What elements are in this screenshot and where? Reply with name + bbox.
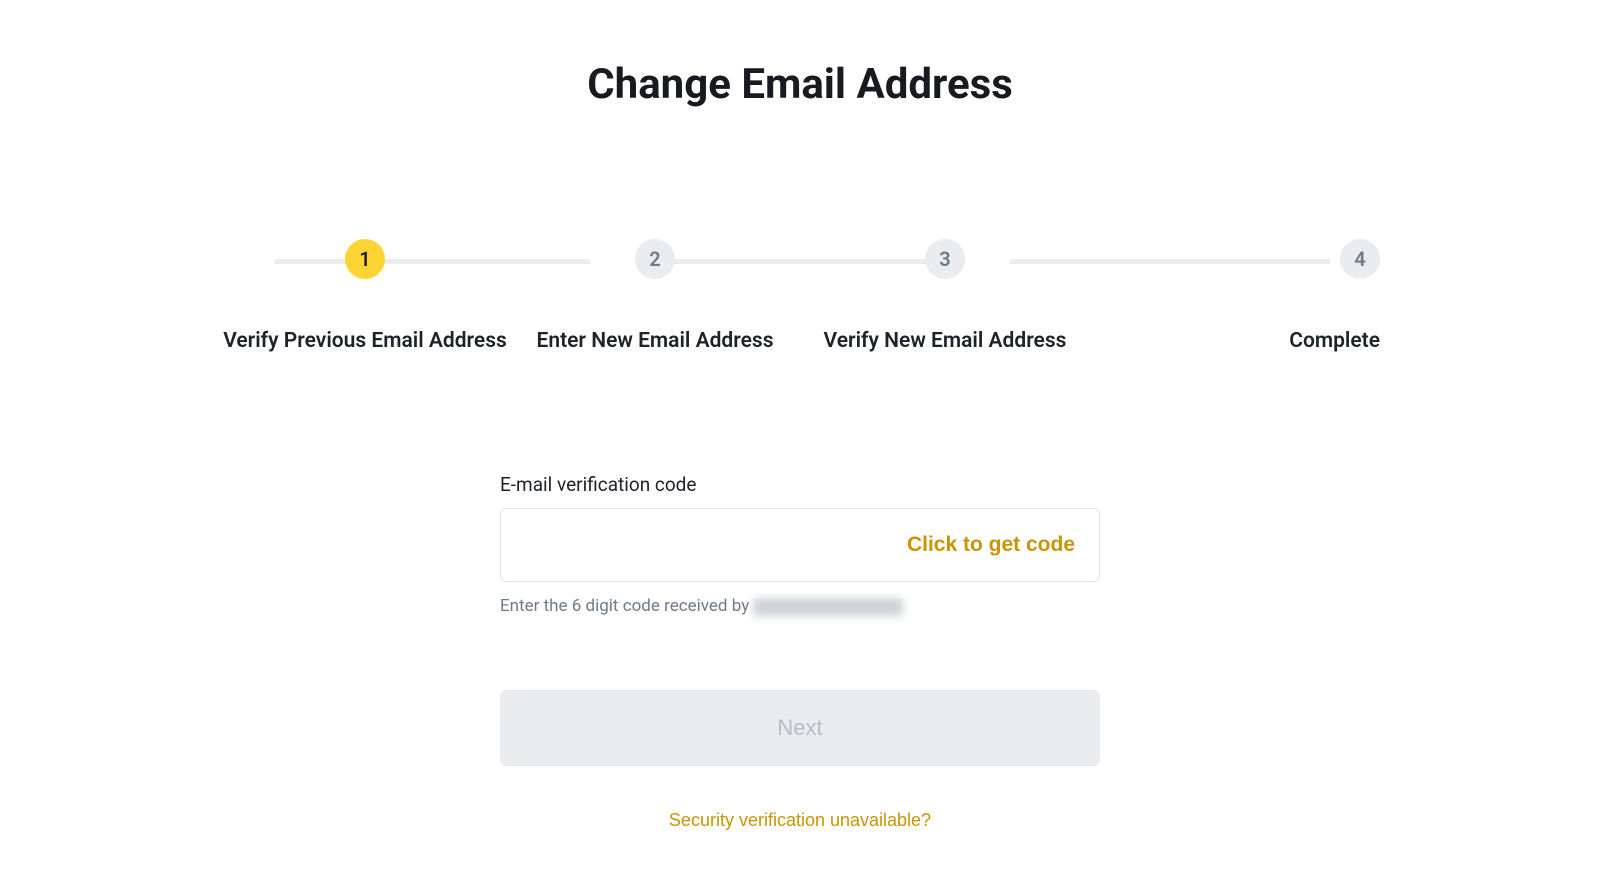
security-verification-link[interactable]: Security verification unavailable? — [669, 810, 931, 831]
verification-code-label: E-mail verification code — [500, 473, 1100, 496]
step-number: 4 — [1340, 239, 1380, 279]
step-connector — [275, 259, 590, 264]
step-number: 1 — [345, 239, 385, 279]
masked-email — [753, 598, 903, 616]
step-label: Verify Previous Email Address — [223, 329, 507, 353]
progress-stepper: 1 Verify Previous Email Address 2 Enter … — [220, 239, 1380, 353]
verification-form: E-mail verification code Click to get co… — [500, 473, 1100, 831]
step-label: Enter New Email Address — [537, 329, 774, 353]
step-label: Verify New Email Address — [824, 329, 1067, 353]
step-2: 2 Enter New Email Address — [510, 239, 800, 353]
step-number: 2 — [635, 239, 675, 279]
get-code-button[interactable]: Click to get code — [907, 533, 1075, 557]
next-button[interactable]: Next — [500, 690, 1100, 766]
verification-code-field: Click to get code — [500, 508, 1100, 582]
helper-prefix: Enter the 6 digit code received by — [500, 596, 753, 616]
step-3: 3 Verify New Email Address — [800, 239, 1090, 353]
step-number: 3 — [925, 239, 965, 279]
step-1: 1 Verify Previous Email Address — [220, 239, 510, 353]
verification-code-input[interactable] — [525, 509, 907, 581]
step-4: 4 Complete — [1090, 239, 1380, 353]
page-title: Change Email Address — [120, 60, 1480, 109]
helper-text: Enter the 6 digit code received by — [500, 596, 1100, 616]
step-label: Complete — [1289, 329, 1380, 353]
step-connector — [1010, 259, 1330, 264]
step-connector — [640, 259, 960, 264]
page-container: Change Email Address 1 Verify Previous E… — [0, 0, 1600, 831]
